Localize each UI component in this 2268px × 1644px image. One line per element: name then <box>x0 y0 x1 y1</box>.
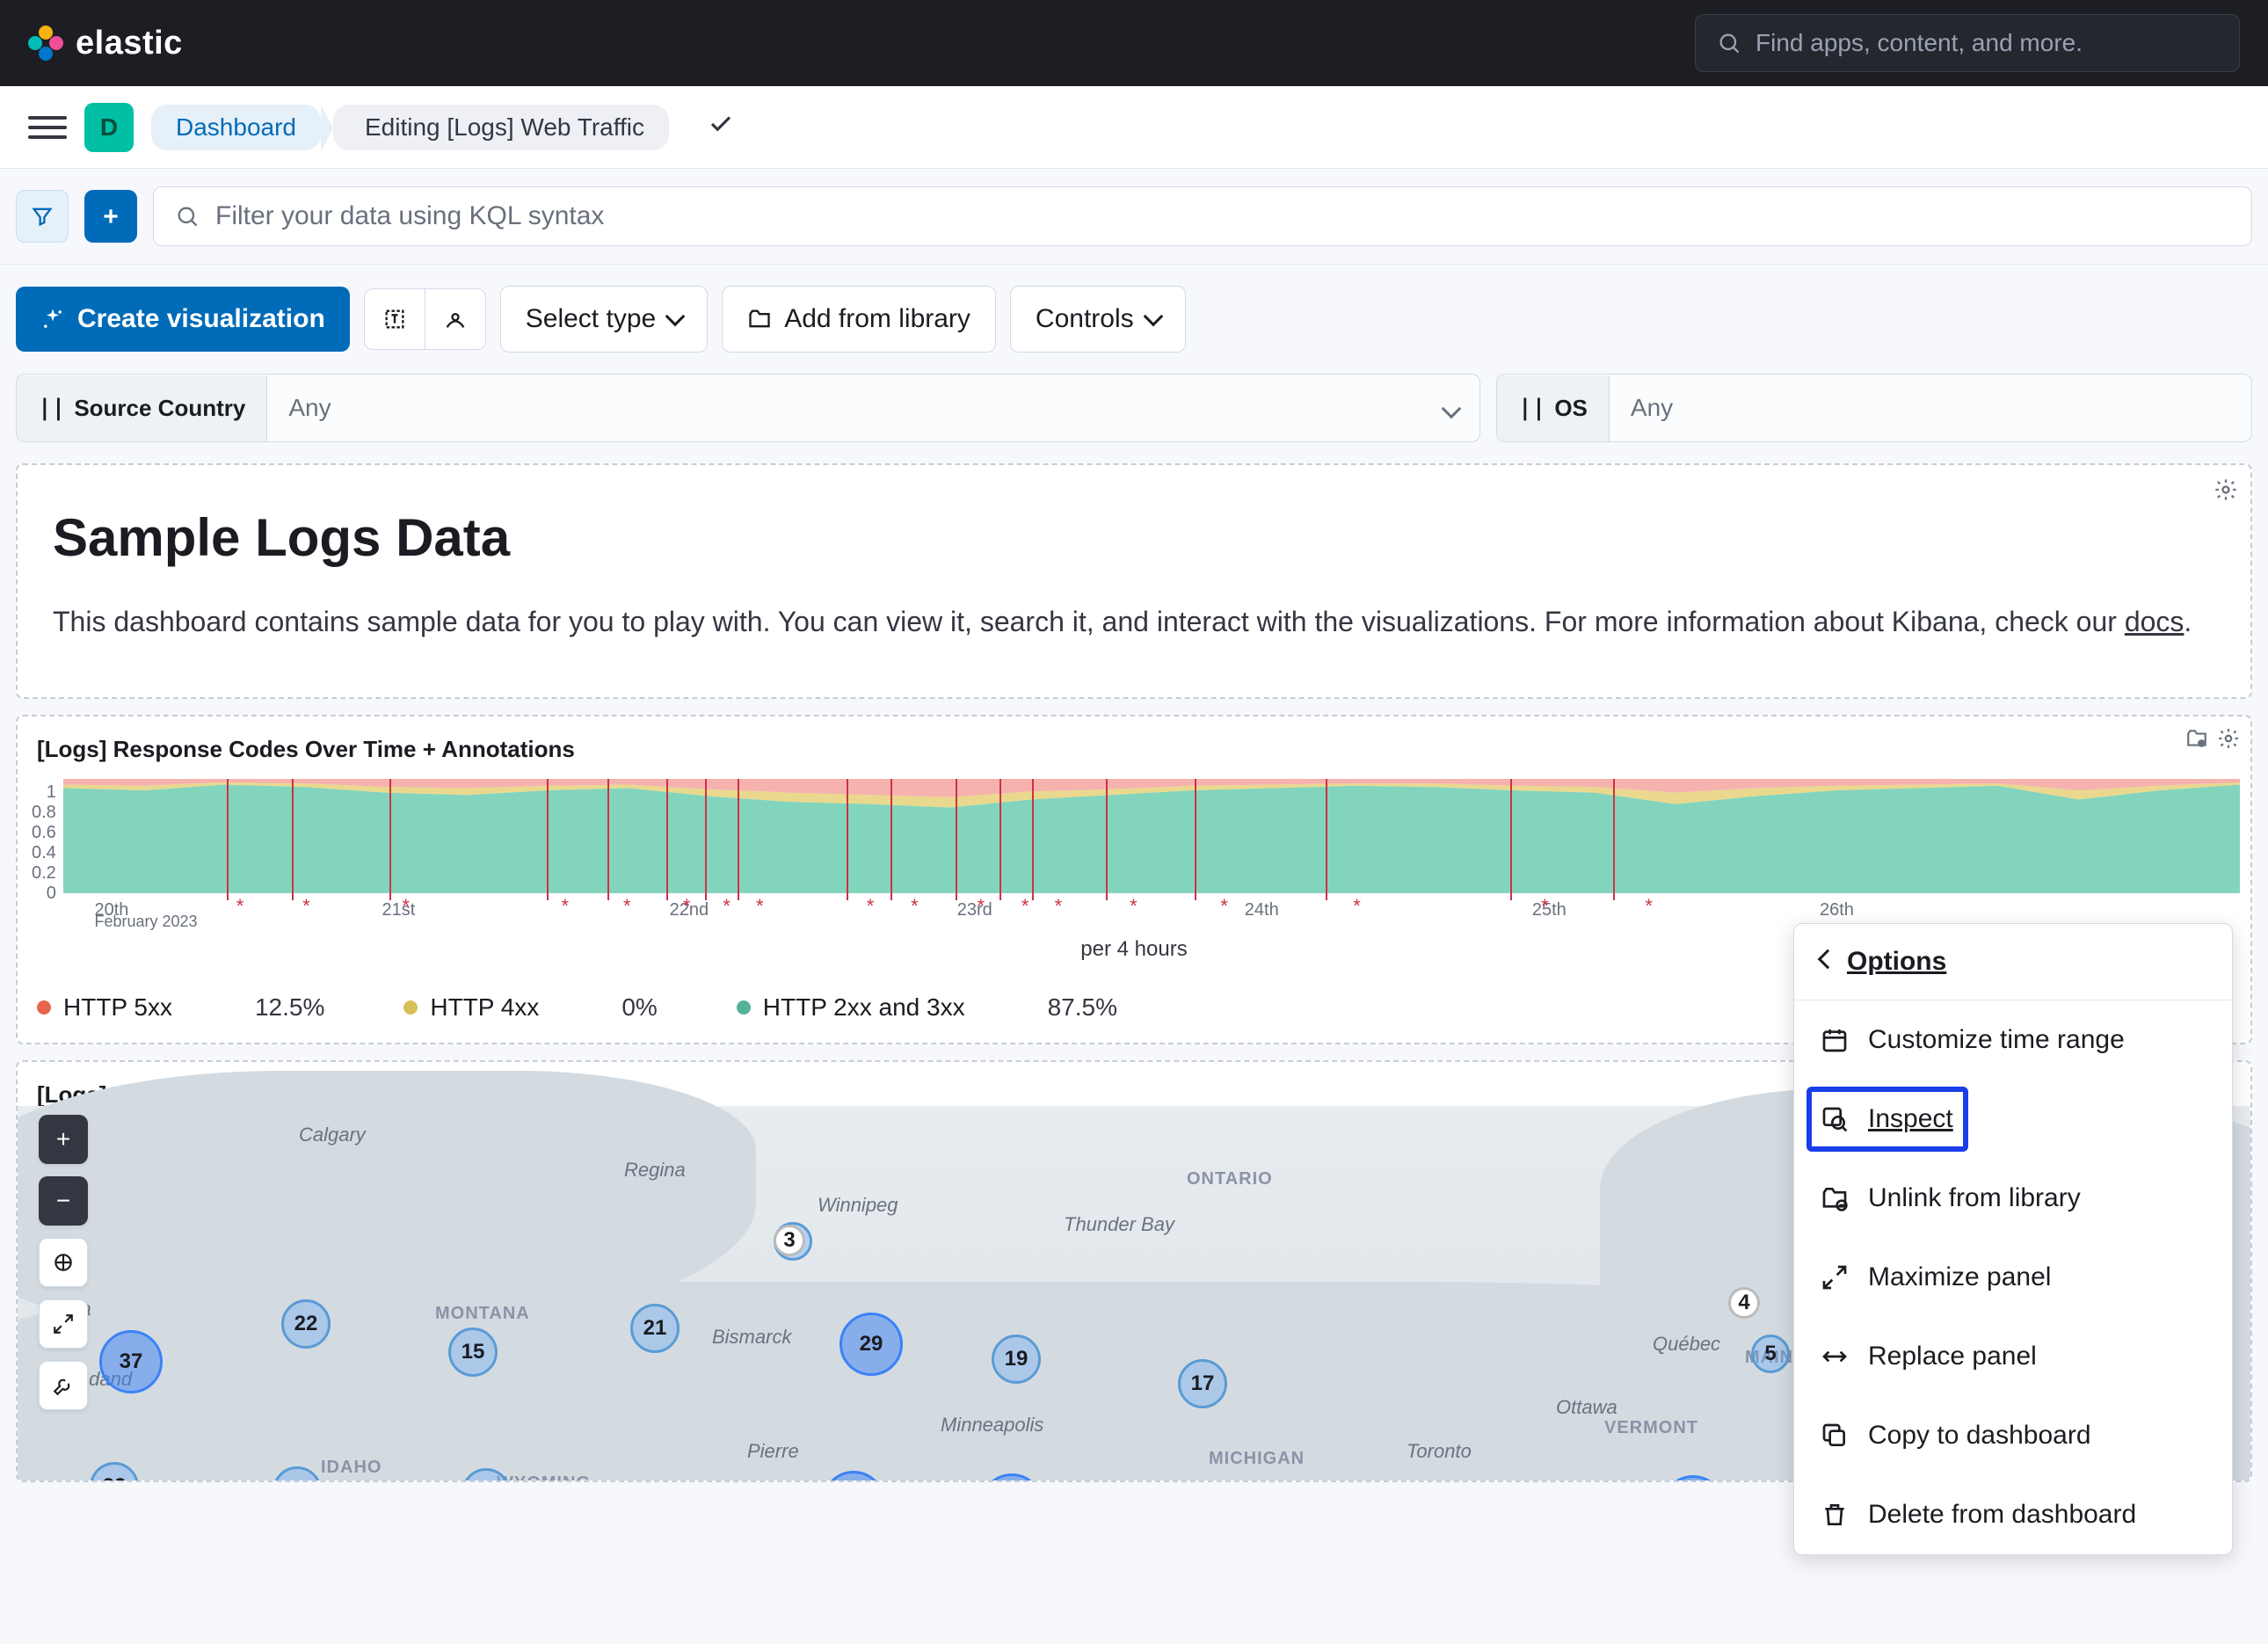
controls-button[interactable]: Controls <box>1010 286 1186 353</box>
library-link-icon[interactable] <box>2185 727 2208 756</box>
folder-icon <box>747 307 772 331</box>
chart-plot-area[interactable] <box>63 779 2240 893</box>
source-country-value: Any <box>267 375 1423 441</box>
add-filter-button[interactable] <box>84 190 137 243</box>
global-header: elastic Find apps, content, and more. <box>0 0 2268 86</box>
add-from-library-button[interactable]: Add from library <box>722 286 996 353</box>
sparkle-icon <box>40 307 65 331</box>
inspect-icon <box>1821 1105 1849 1133</box>
legend-item[interactable]: HTTP 5xx12.5% <box>37 993 324 1022</box>
brand-logo[interactable]: elastic <box>28 25 183 62</box>
global-search-input[interactable]: Find apps, content, and more. <box>1695 14 2240 72</box>
menu-replace[interactable]: Replace panel <box>1794 1317 2232 1396</box>
create-visualization-button[interactable]: Create visualization <box>16 287 350 352</box>
menu-copy-dashboard[interactable]: Copy to dashboard <box>1794 1396 2232 1475</box>
menu-unlink-library[interactable]: Unlink from library <box>1794 1159 2232 1238</box>
nav-menu-toggle[interactable] <box>28 108 67 147</box>
breadcrumb-dashboard[interactable]: Dashboard <box>151 105 321 150</box>
query-bar: Filter your data using KQL syntax <box>0 169 2268 265</box>
select-type-button[interactable]: Select type <box>500 286 708 353</box>
kql-placeholder: Filter your data using KQL syntax <box>215 201 604 231</box>
legend-item[interactable]: HTTP 4xx0% <box>403 993 657 1022</box>
menu-customize-time-range[interactable]: Customize time range <box>1794 1000 2232 1080</box>
chart-panel-title: [Logs] Response Codes Over Time + Annota… <box>28 729 2240 770</box>
calendar-icon <box>1821 1026 1849 1054</box>
tools-button[interactable] <box>39 1361 88 1410</box>
legend-item[interactable]: HTTP 2xx and 3xx87.5% <box>737 993 1117 1022</box>
image-tool-button[interactable] <box>425 288 486 350</box>
replace-icon <box>1821 1342 1849 1371</box>
panel-gear-icon[interactable] <box>2213 477 2238 509</box>
search-placeholder: Find apps, content, and more. <box>1756 29 2083 57</box>
os-value: Any <box>1610 375 2251 441</box>
source-country-control[interactable]: || Source Country Any <box>16 374 1480 442</box>
map-controls: + − <box>39 1115 88 1410</box>
zoom-out-button[interactable]: − <box>39 1176 88 1226</box>
maximize-icon <box>1821 1263 1849 1291</box>
intro-body: This dashboard contains sample data for … <box>53 600 2215 644</box>
toolbar-icon-group <box>364 288 486 350</box>
kql-query-input[interactable]: Filter your data using KQL syntax <box>153 186 2252 246</box>
elastic-logo-icon <box>28 25 63 61</box>
fit-bounds-button[interactable] <box>39 1238 88 1287</box>
trash-icon <box>1821 1501 1849 1529</box>
breadcrumb: Dashboard Editing [Logs] Web Traffic <box>151 105 669 150</box>
docs-link[interactable]: docs <box>2125 606 2184 637</box>
search-icon <box>1717 31 1741 55</box>
dashboard-toolbar: Create visualization Select type Add fro… <box>0 265 2268 374</box>
panel-gear-icon[interactable] <box>2217 727 2240 756</box>
chart-y-axis: 10.80.60.40.20 <box>28 779 63 893</box>
brand-name: elastic <box>76 25 183 62</box>
chevron-down-icon <box>1143 307 1163 327</box>
chevron-left-icon <box>1818 949 1838 970</box>
filter-toggle-button[interactable] <box>16 190 69 243</box>
os-label: || OS <box>1497 375 1610 441</box>
dashboard-controls: || Source Country Any || OS Any <box>0 374 2268 463</box>
intro-panel: Sample Logs Data This dashboard contains… <box>16 463 2252 699</box>
text-tool-button[interactable] <box>364 288 425 350</box>
space-avatar[interactable]: D <box>84 103 134 152</box>
check-icon[interactable] <box>708 111 734 144</box>
chevron-down-icon <box>1423 394 1479 422</box>
unlink-icon <box>1821 1184 1849 1212</box>
zoom-in-button[interactable]: + <box>39 1115 88 1164</box>
source-country-label: || Source Country <box>17 375 267 441</box>
intro-title: Sample Logs Data <box>53 507 2215 568</box>
panel-options-menu: Options Customize time range Inspect Unl… <box>1793 923 2233 1555</box>
copy-icon <box>1821 1422 1849 1450</box>
app-header: D Dashboard Editing [Logs] Web Traffic <box>0 86 2268 169</box>
os-control[interactable]: || OS Any <box>1496 374 2252 442</box>
menu-delete[interactable]: Delete from dashboard <box>1794 1475 2232 1554</box>
chevron-down-icon <box>665 307 686 327</box>
breadcrumb-editing[interactable]: Editing [Logs] Web Traffic <box>333 105 669 150</box>
menu-header[interactable]: Options <box>1794 924 2232 1000</box>
expand-button[interactable] <box>39 1299 88 1349</box>
menu-maximize[interactable]: Maximize panel <box>1794 1238 2232 1317</box>
menu-inspect[interactable]: Inspect <box>1794 1080 2232 1159</box>
